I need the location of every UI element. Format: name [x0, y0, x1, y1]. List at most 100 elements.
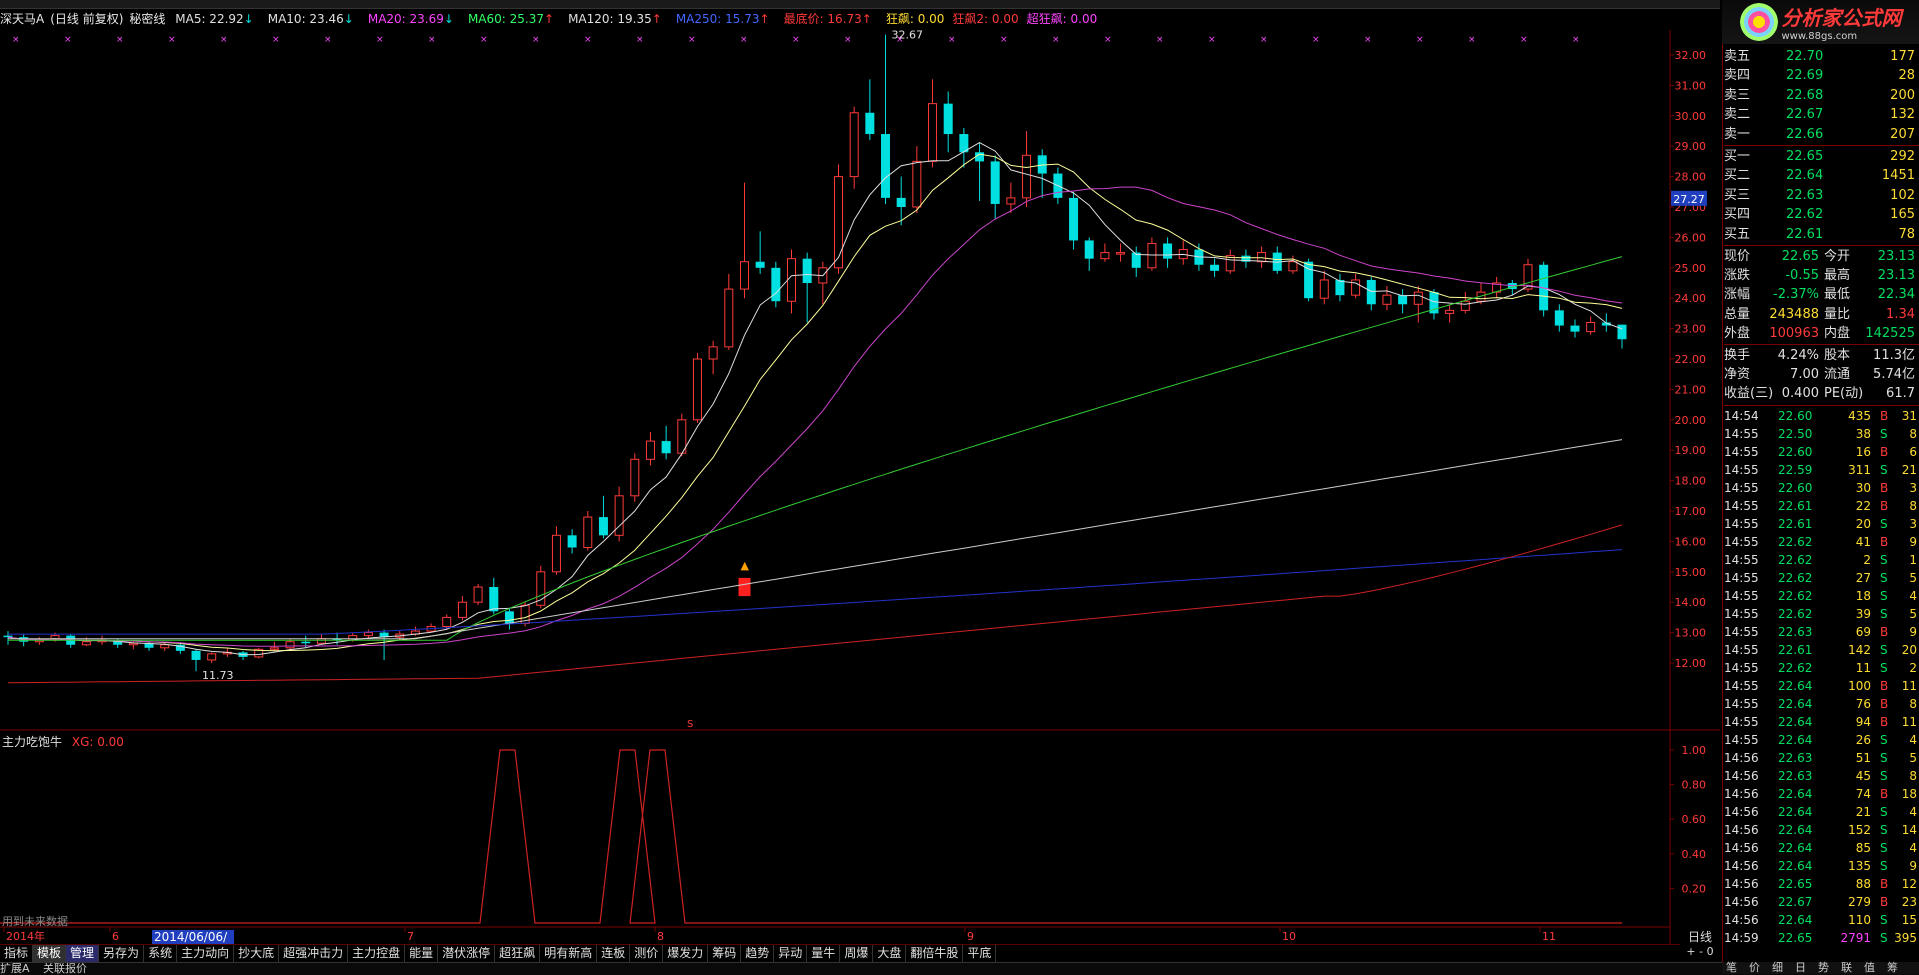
- status-expand[interactable]: 扩展A: [0, 962, 30, 975]
- tick-volume: 41: [1855, 534, 1871, 549]
- stat-label: 流通: [1824, 367, 1851, 383]
- divider: [1724, 344, 1919, 345]
- tick-volume: 88: [1855, 876, 1871, 891]
- bid-label: 买五: [1724, 226, 1751, 242]
- ask-volume: 132: [1890, 107, 1915, 123]
- formula-tab-bar: 指标 模板 管理 另存为 系统 主力动向 抄大底 超强冲击力 主力控盘 能量 潜伏涨停 超狂飙 明有新高…: [0, 944, 1680, 962]
- bid-row[interactable]: 买四 22.62 165: [1724, 205, 1919, 224]
- status-related-quote[interactable]: 关联报价: [43, 962, 87, 975]
- ask-row[interactable]: 卖五 22.70 177: [1724, 47, 1919, 66]
- candle: [1147, 237, 1157, 271]
- ask-row[interactable]: 卖三 22.68 200: [1724, 86, 1919, 105]
- tick-volume: 16: [1855, 444, 1871, 459]
- bid-volume: 165: [1890, 207, 1915, 223]
- tick-time: 14:55: [1724, 480, 1759, 495]
- tick-volume: 435: [1848, 408, 1871, 423]
- formula-tab-5[interactable]: 主力动向: [177, 945, 235, 962]
- formula-tab-15[interactable]: 爆发力: [663, 945, 709, 962]
- signal-marker: ×: [1468, 35, 1476, 45]
- tick-side: B: [1880, 624, 1889, 639]
- formula-tab-3[interactable]: 另存为: [99, 945, 145, 962]
- formula-tab-23[interactable]: 平底: [963, 945, 997, 962]
- formula-tab-22[interactable]: 翻倍牛股: [906, 945, 964, 962]
- formula-tab-21[interactable]: 大盘: [873, 945, 907, 962]
- formula-tab-0[interactable]: 指标: [0, 945, 34, 962]
- formula-tab-4[interactable]: 系统: [144, 945, 178, 962]
- right-tab-3[interactable]: 日: [1795, 962, 1806, 974]
- formula-tab-14[interactable]: 测价: [630, 945, 664, 962]
- sub-axis-label: 0.80: [1682, 779, 1707, 792]
- tick-count: 8: [1909, 498, 1917, 513]
- candle: [1037, 149, 1047, 198]
- right-tab-5[interactable]: 联: [1841, 962, 1852, 974]
- tick-side: S: [1880, 912, 1888, 927]
- tick-row: 14:55 22.62 11 S 2: [1724, 659, 1919, 677]
- tick-count: 12: [1901, 876, 1917, 891]
- formula-tab-18[interactable]: 异动: [774, 945, 808, 962]
- price-chart[interactable]: × × × × × × × × × × × × × × × × × × × × × × × × × × × × × × ×32.0031.0…: [0, 0, 1722, 944]
- candle: [598, 495, 608, 539]
- formula-tab-19[interactable]: 量牛: [807, 945, 841, 962]
- ask-row[interactable]: 卖二 22.67 132: [1724, 105, 1919, 124]
- formula-tab-16[interactable]: 筹码: [708, 945, 742, 962]
- price-axis-label: 23.00: [1675, 323, 1707, 336]
- period-label[interactable]: 日线: [1680, 930, 1720, 944]
- formula-tab-10[interactable]: 潜伏涨停: [438, 945, 496, 962]
- stat-label: 最低: [1824, 287, 1851, 303]
- candle: [1351, 273, 1361, 299]
- stat-value: 1.34: [1886, 306, 1915, 322]
- zoom-controls[interactable]: + - 0: [1680, 945, 1720, 959]
- bid-row[interactable]: 买三 22.63 102: [1724, 186, 1919, 205]
- tick-count: 6: [1909, 444, 1917, 459]
- stat-value: -0.55: [1785, 268, 1819, 284]
- formula-tab-8[interactable]: 主力控盘: [348, 945, 406, 962]
- candle: [1335, 273, 1345, 302]
- current-price-text: 27.27: [1673, 193, 1705, 206]
- right-tab-2[interactable]: 细: [1772, 962, 1783, 974]
- formula-tab-13[interactable]: 连板: [597, 945, 631, 962]
- tick-volume: 311: [1848, 462, 1871, 477]
- stat-label: PE(动): [1824, 386, 1864, 402]
- tick-row: 14:56 22.65 88 B 12: [1724, 875, 1919, 893]
- price-axis-label: 16.00: [1675, 535, 1707, 548]
- formula-tab-7[interactable]: 超强冲击力: [279, 945, 349, 962]
- right-tab-6[interactable]: 值: [1864, 962, 1875, 974]
- ask-volume: 207: [1890, 126, 1915, 142]
- tick-time: 14:56: [1724, 894, 1759, 909]
- tick-price: 22.61: [1778, 498, 1813, 513]
- formula-tab-1[interactable]: 模板: [33, 945, 67, 962]
- tick-side: S: [1880, 660, 1888, 675]
- ask-row[interactable]: 卖四 22.69 28: [1724, 66, 1919, 85]
- formula-tab-9[interactable]: 能量: [405, 945, 439, 962]
- bid-row[interactable]: 买一 22.65 292: [1724, 147, 1919, 166]
- time-axis-label: 8: [657, 930, 664, 943]
- ask-row[interactable]: 卖一 22.66 207: [1724, 125, 1919, 144]
- candle: [1492, 276, 1502, 299]
- formula-tab-17[interactable]: 趋势: [741, 945, 775, 962]
- right-tab-7[interactable]: 筹: [1887, 962, 1898, 974]
- signal-marker: ×: [532, 35, 540, 45]
- bid-row[interactable]: 买五 22.61 78: [1724, 225, 1919, 244]
- bid-row[interactable]: 买二 22.64 1451: [1724, 166, 1919, 185]
- formula-tab-6[interactable]: 抄大底: [234, 945, 280, 962]
- candle: [1022, 131, 1032, 207]
- candle: [1398, 289, 1408, 314]
- tick-row: 14:55 22.60 30 B 3: [1724, 479, 1919, 497]
- tick-side: S: [1880, 588, 1888, 603]
- right-tab-1[interactable]: 价: [1749, 962, 1760, 974]
- buy-signal-block: [738, 577, 751, 597]
- formula-tab-20[interactable]: 周爆: [840, 945, 874, 962]
- tick-count: 4: [1909, 840, 1917, 855]
- stat-value: 4.24%: [1777, 348, 1819, 363]
- stat-value: 23.13: [1877, 249, 1915, 264]
- right-tab-4[interactable]: 势: [1818, 962, 1829, 974]
- bid-label: 买二: [1724, 168, 1751, 184]
- formula-tab-2[interactable]: 管理: [66, 945, 100, 962]
- tick-volume: 85: [1855, 840, 1871, 855]
- candle: [975, 143, 985, 201]
- tick-price: 22.64: [1778, 696, 1813, 711]
- formula-tab-11[interactable]: 超狂飙: [495, 945, 541, 962]
- formula-tab-12[interactable]: 明有新高: [540, 945, 598, 962]
- tick-time: 14:56: [1724, 804, 1759, 819]
- right-tab-0[interactable]: 笔: [1726, 962, 1737, 974]
